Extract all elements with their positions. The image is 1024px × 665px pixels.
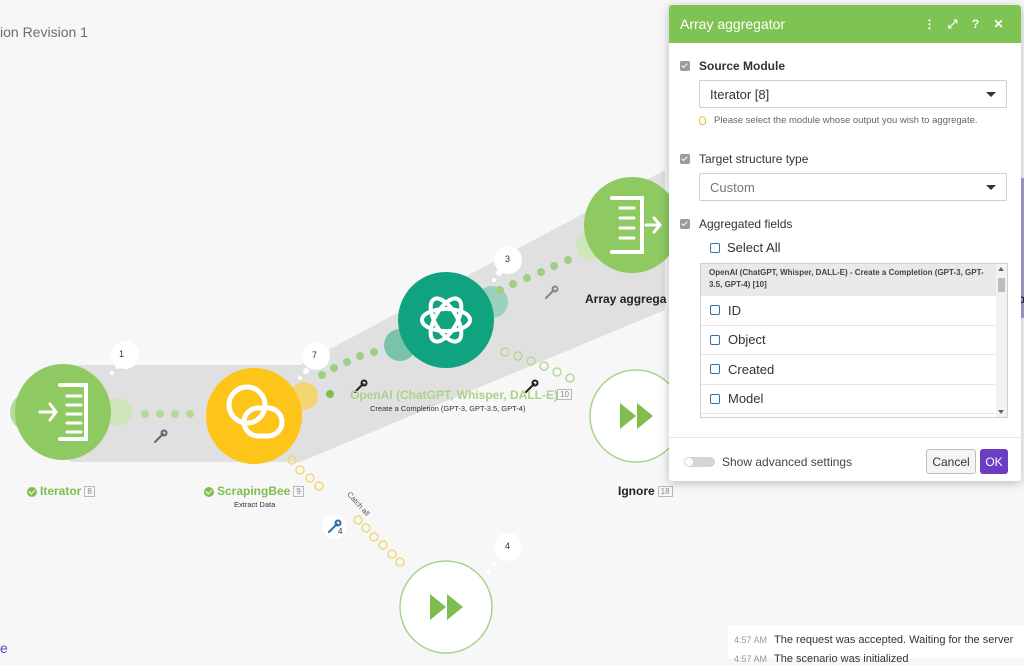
close-icon[interactable]: ✕ [987, 17, 1010, 31]
field-row-object[interactable]: Object [701, 326, 995, 355]
openai-sub: Create a Completion (GPT-3, GPT-3.5, GPT… [370, 404, 526, 413]
source-module-hint: Please select the module whose output yo… [699, 115, 978, 126]
checkbox-icon[interactable] [680, 61, 690, 71]
source-module-section[interactable]: Source Module [680, 59, 785, 73]
scroll-thumb[interactable] [998, 278, 1005, 292]
check-icon [204, 486, 214, 497]
target-structure-section[interactable]: Target structure type [680, 152, 808, 166]
checkbox-icon[interactable] [680, 219, 690, 229]
scrapingbee-label: ScrapingBee 9 [204, 484, 304, 498]
module-id: 9 [293, 486, 304, 498]
panel-title: Array aggregator [680, 16, 786, 32]
checkbox-icon[interactable] [710, 242, 720, 253]
scroll-up-icon[interactable] [998, 267, 1004, 271]
log-time: 4:57 AM [734, 635, 768, 645]
checkbox-icon[interactable] [710, 305, 720, 316]
select-all-label: Select All [727, 240, 781, 255]
advanced-settings-toggle[interactable] [684, 457, 715, 467]
select-value: Iterator [8] [710, 86, 770, 102]
field-row-created[interactable]: Created [701, 355, 995, 385]
bubble-catch [486, 533, 522, 574]
module-name: Iterator [40, 484, 82, 498]
bubble-count: 7 [312, 350, 318, 360]
section-label: Aggregated fields [699, 217, 793, 231]
ignore-catch-module[interactable] [399, 560, 493, 654]
bubble-count: 3 [505, 254, 511, 264]
bubble-count: 1 [119, 349, 125, 359]
module-id: 18 [657, 486, 673, 498]
panel-header: Array aggregator ⋮ ⤢ ? ✕ [669, 5, 1021, 43]
select-all-checkbox[interactable]: Select All [710, 240, 780, 255]
lightbulb-icon [699, 116, 706, 125]
checkbox-icon[interactable] [710, 334, 720, 345]
aggregated-fields-list[interactable]: OpenAI (ChatGPT, Whisper, DALL-E) - Crea… [700, 263, 1008, 418]
checkbox-icon[interactable] [680, 154, 690, 164]
module-name: Ignore [618, 484, 655, 498]
hint-text: Please select the module whose output yo… [714, 115, 978, 126]
section-label: Source Module [699, 59, 786, 73]
scrollbar[interactable] [996, 264, 1007, 417]
chevron-down-icon [986, 92, 996, 97]
module-id: 8 [84, 486, 95, 498]
checkbox-icon[interactable] [710, 364, 720, 375]
fullscreen-icon[interactable]: ⤢ [941, 17, 964, 32]
chevron-down-icon [986, 185, 996, 190]
aggregated-fields-section[interactable]: Aggregated fields [680, 217, 792, 231]
log-text: The scenario was initialized [774, 653, 909, 665]
check-icon [326, 390, 334, 398]
field-label: Model [728, 391, 764, 407]
field-label: Created [728, 361, 775, 377]
openai-label: OpenAI (ChatGPT, Whisper, DALL-E) [350, 388, 558, 402]
ignore-label: Ignore 18 [618, 484, 673, 498]
help-icon[interactable]: ? [964, 17, 987, 31]
scroll-down-icon[interactable] [998, 410, 1004, 414]
array-aggregator-module[interactable] [576, 177, 680, 273]
corner-icon[interactable]: e [0, 640, 8, 656]
execution-log: 4:57 AM The request was accepted. Waiting… [728, 625, 1024, 665]
more-vert-icon[interactable]: ⋮ [918, 17, 941, 31]
section-label: Target structure type [699, 152, 809, 166]
connector-catch-all [287, 455, 405, 567]
module-name: OpenAI (ChatGPT, Whisper, DALL-E) [350, 388, 559, 402]
cancel-button[interactable]: Cancel [926, 449, 976, 474]
advanced-settings-label[interactable]: Show advanced settings [722, 455, 852, 469]
log-entry: 4:57 AM The request was accepted. Waiting… [728, 634, 1013, 646]
scrapingbee-sub: Extract Data [234, 500, 276, 509]
scenario-title: ion Revision 1 [0, 24, 88, 40]
ok-button[interactable]: OK [980, 449, 1008, 474]
array-aggregator-panel: Array aggregator ⋮ ⤢ ? ✕ Source Module I… [669, 5, 1021, 481]
filter-id: 4 [338, 527, 343, 536]
log-time: 4:57 AM [734, 654, 768, 664]
log-entry: 4:57 AM The scenario was initialized [728, 653, 909, 665]
check-icon [27, 486, 37, 497]
aggregator-label: Array aggrega [585, 292, 667, 306]
bubble-count: 4 [505, 541, 511, 551]
field-row-model[interactable]: Model [701, 385, 995, 414]
iterator-label: Iterator 8 [27, 484, 95, 498]
target-structure-select[interactable]: Custom [699, 173, 1007, 201]
route-band [70, 170, 665, 462]
field-label: ID [728, 302, 741, 318]
source-module-select[interactable]: Iterator [8] [699, 80, 1007, 108]
field-label: Object [728, 332, 766, 348]
select-value: Custom [710, 179, 755, 195]
module-name: ScrapingBee [217, 484, 291, 498]
panel-footer: Show advanced settings Cancel OK [669, 437, 1021, 481]
checkbox-icon[interactable] [710, 393, 720, 404]
module-id: 10 [557, 389, 572, 400]
field-row-id[interactable]: ID [701, 296, 995, 326]
log-text: The request was accepted. Waiting for th… [774, 634, 1014, 646]
field-group-header: OpenAI (ChatGPT, Whisper, DALL-E) - Crea… [701, 264, 1007, 296]
